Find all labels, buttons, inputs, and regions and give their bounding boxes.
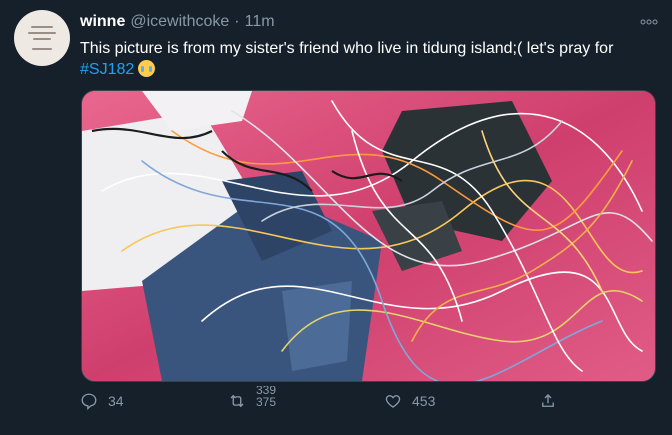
like-count: 453 [412, 393, 436, 409]
tweet-header: winne @icewithcoke · 11m [80, 13, 275, 31]
hashtag-link[interactable]: #SJ182 [80, 61, 134, 78]
reply-button[interactable]: 34 [80, 386, 124, 416]
reply-icon [81, 393, 97, 410]
like-button[interactable]: 453 [384, 386, 435, 416]
tweet-actions: 34 339 375 453 [80, 386, 640, 426]
more-options-icon[interactable] [640, 12, 658, 28]
avatar-line [33, 38, 51, 40]
share-button[interactable] [539, 386, 557, 416]
retweet-button[interactable]: 339 375 [228, 386, 276, 416]
tweet-text: This picture is from my sister's friend … [80, 38, 660, 80]
retweet-count: 339 375 [256, 386, 276, 416]
crying-face-emoji-icon [138, 60, 156, 77]
retweet-count-current: 375 [256, 395, 277, 409]
tweet[interactable]: winne @icewithcoke · 11m This picture is… [0, 0, 672, 435]
tweet-body: This picture is from my sister's friend … [80, 40, 614, 57]
tweet-photo[interactable] [81, 90, 656, 382]
debris-photo-icon [82, 91, 655, 381]
separator: · [234, 13, 240, 30]
avatar-line [28, 32, 56, 34]
retweet-icon [230, 394, 244, 408]
more-dots-icon [640, 19, 658, 25]
avatar-line [31, 26, 53, 28]
share-icon [542, 394, 554, 407]
display-name[interactable]: winne [80, 13, 125, 31]
user-handle[interactable]: @icewithcoke [130, 13, 229, 31]
avatar[interactable] [14, 10, 70, 66]
avatar-line [32, 48, 52, 50]
timestamp[interactable]: 11m [245, 13, 275, 31]
heart-icon [385, 395, 401, 408]
reply-count: 34 [108, 393, 124, 409]
